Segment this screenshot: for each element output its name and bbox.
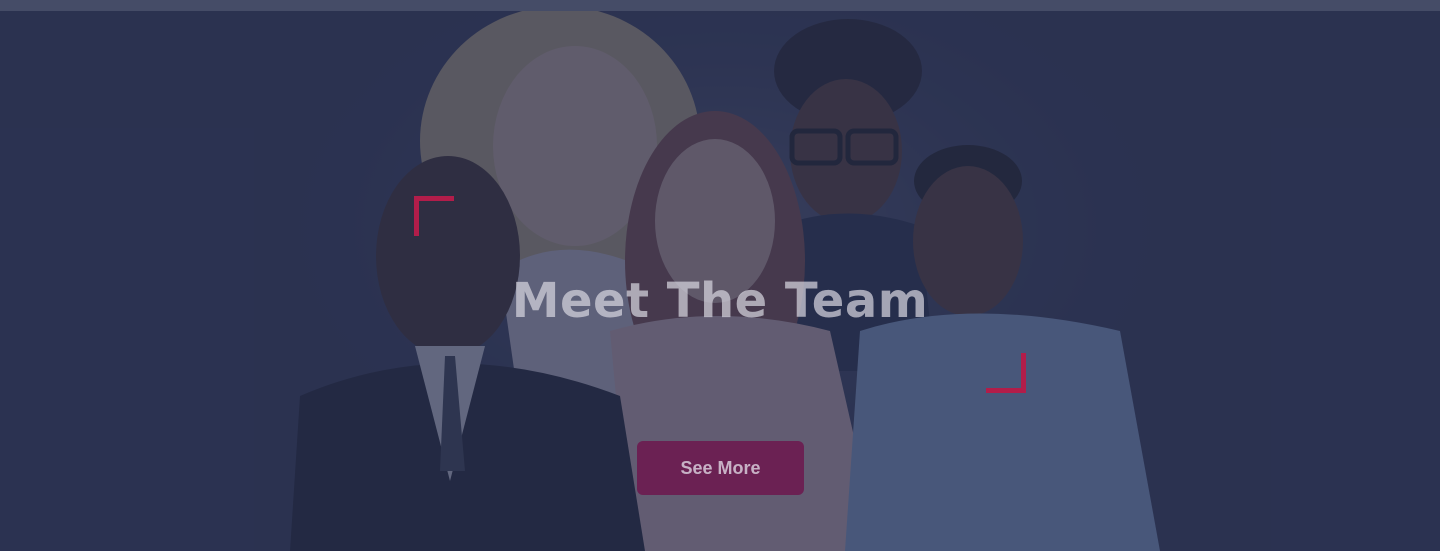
hero-title: Meet The Team (511, 273, 929, 329)
corner-accent-bottom-right (986, 353, 1026, 393)
hero-section: Meet The Team See More (0, 11, 1440, 551)
top-bar (0, 0, 1440, 11)
corner-accent-top-left (414, 196, 454, 236)
see-more-button[interactable]: See More (637, 441, 804, 495)
